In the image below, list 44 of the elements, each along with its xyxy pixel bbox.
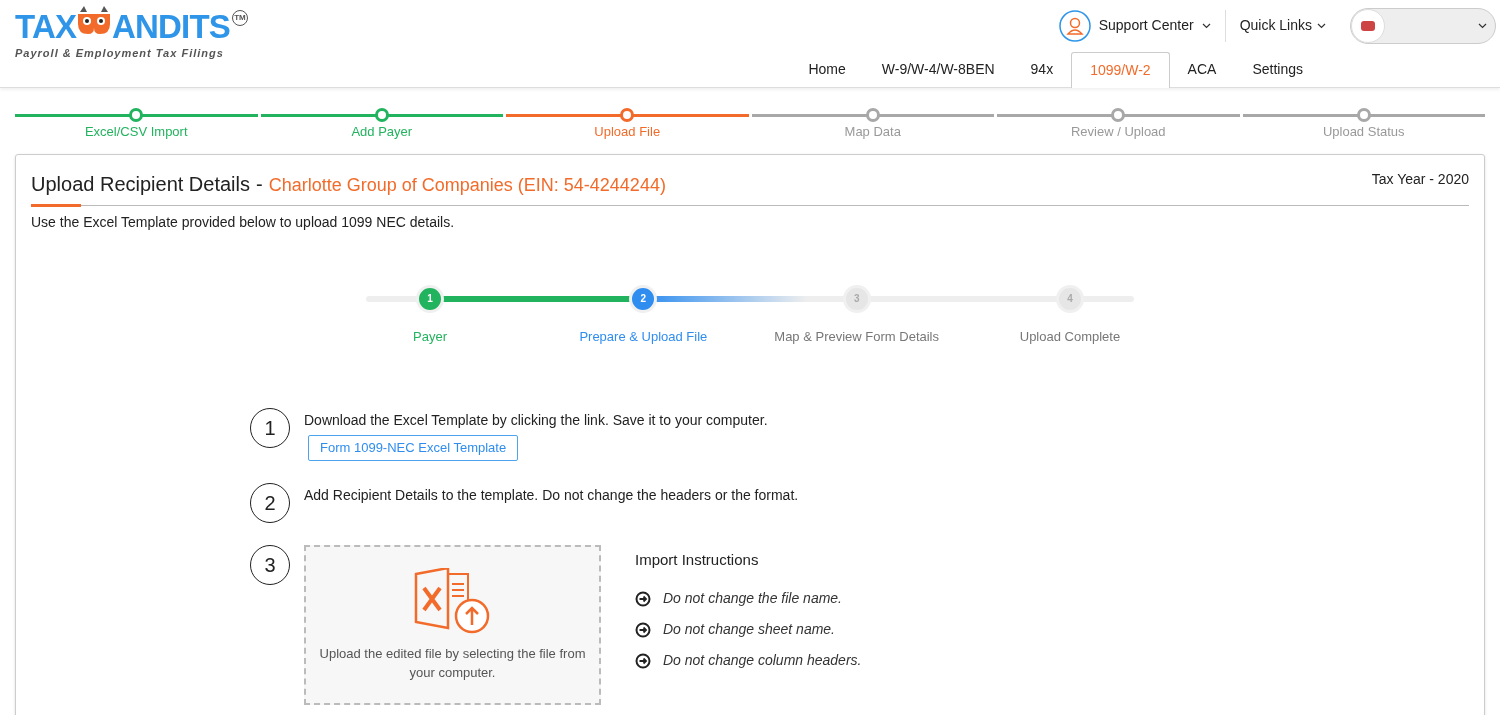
- progress-step-label: Upload File: [594, 123, 661, 141]
- nav-tab[interactable]: Home: [790, 51, 864, 87]
- nav-tab[interactable]: ACA: [1169, 51, 1235, 87]
- arrow-circle-icon: [635, 652, 651, 669]
- progress-step-label: Add Payer: [351, 123, 413, 141]
- support-center-button[interactable]: Support Center: [1058, 9, 1211, 42]
- instruction-text: Download the Excel Template by clicking the link. Save it to your computer.: [304, 411, 768, 430]
- company-name: Charlotte Group of Companies (EIN: 54-4244244): [268, 173, 666, 197]
- step-label: Payer: [413, 327, 447, 346]
- mask-logo-icon: [76, 6, 113, 36]
- arrow-circle-icon: [635, 590, 651, 607]
- progress-step-label: Review / Upload: [1070, 123, 1166, 141]
- card-title: Upload Recipient Details: [31, 171, 250, 197]
- card-subtitle: Use the Excel Template provided below to upload 1099 NEC details.: [31, 212, 456, 232]
- logo-tagline: Payroll & Employment Tax Filings: [15, 46, 225, 61]
- quick-links-button[interactable]: Quick Links: [1239, 15, 1326, 36]
- nav-tab[interactable]: Settings: [1234, 51, 1321, 87]
- logo-text: ANDITS: [112, 10, 230, 43]
- step-label: Prepare & Upload File: [579, 327, 708, 346]
- chevron-down-icon: [1478, 22, 1487, 29]
- file-drop-zone[interactable]: Upload the edited file by selecting the file from your computer.: [304, 544, 601, 705]
- nav-tab[interactable]: 94x: [1012, 51, 1072, 87]
- excel-upload-icon: [413, 567, 492, 636]
- instruction-text: Add Recipient Details to the template. Do not change the headers or the format.: [304, 485, 799, 505]
- step-label: Upload Complete: [1019, 327, 1121, 346]
- title-separator: -: [256, 171, 263, 197]
- progress-step-label: Upload Status: [1322, 123, 1405, 141]
- instruction-text: Do not change sheet name.: [663, 620, 835, 639]
- tax-year: Tax Year - 2020: [1371, 169, 1469, 189]
- progress-step-label: Map Data: [844, 123, 901, 141]
- avatar-icon: [1351, 8, 1385, 43]
- progress-step-label: Excel/CSV Import: [84, 123, 188, 141]
- instruction-text: Do not change column headers.: [663, 651, 862, 670]
- template-download-link[interactable]: Form 1099-NEC Excel Template: [308, 435, 519, 461]
- profile-dropdown[interactable]: [1350, 7, 1496, 44]
- chevron-down-icon: [1317, 22, 1326, 29]
- logo-text: TAX: [15, 10, 77, 43]
- nav-tab[interactable]: W-9/W-4/W-8BEN: [863, 51, 1013, 87]
- instruction-text: Do not change the file name.: [663, 589, 842, 608]
- arrow-circle-icon: [635, 621, 651, 638]
- step-label: Map & Preview Form Details: [774, 327, 939, 346]
- support-agent-icon: [1058, 9, 1091, 42]
- import-instructions-title: Import Instructions: [635, 549, 760, 570]
- chevron-down-icon: [1201, 22, 1211, 29]
